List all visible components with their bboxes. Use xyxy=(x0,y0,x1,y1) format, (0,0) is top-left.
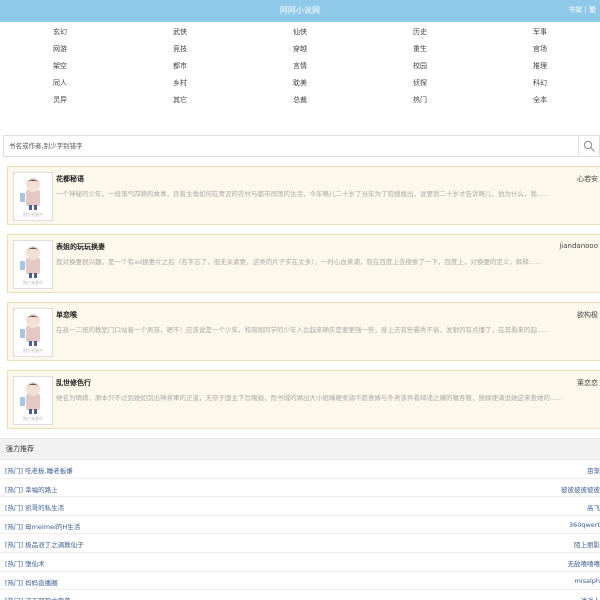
category-link[interactable]: 架空 xyxy=(0,58,120,75)
traditional-chinese-link[interactable]: 繁 xyxy=(589,6,596,14)
book-title[interactable]: 单恋喉 xyxy=(56,310,77,320)
category-link[interactable]: 同人 xyxy=(0,75,120,92)
recommend-title[interactable]: [热门] 吃老板,睡老板嫌 xyxy=(5,465,73,475)
book-author[interactable]: 莱恋恋 xyxy=(577,378,598,388)
cover-placeholder-image xyxy=(20,382,41,414)
category-link[interactable]: 竞技 xyxy=(120,41,240,58)
recommend-author[interactable]: 无敌嘻嘻嘻 xyxy=(568,558,600,568)
recommend-author[interactable]: 陌上丽影 xyxy=(574,539,600,549)
search-icon xyxy=(583,140,595,152)
book-cover[interactable]: 图片准备中 xyxy=(13,308,53,357)
top-bar: 阿阿小说网 书架 | 繁 xyxy=(0,0,600,22)
category-link[interactable]: 热门 xyxy=(360,92,480,109)
cover-caption: 图片准备中 xyxy=(23,348,43,353)
cover-caption: 图片准备中 xyxy=(23,212,43,217)
book-author[interactable]: jiandanooo xyxy=(559,242,598,250)
cover-placeholder-image xyxy=(20,314,41,346)
recommend-author[interactable]: 彼彼彼彼彼彼 xyxy=(561,484,600,494)
book-cover[interactable]: 图片准备中 xyxy=(13,172,53,221)
recommend-row[interactable]: [热门] 极品浪丁之调教仙子 陌上丽影 xyxy=(0,534,600,553)
book-cover[interactable]: 图片准备中 xyxy=(13,376,53,425)
category-link[interactable]: 总裁 xyxy=(240,92,360,109)
category-grid: 玄幻 武侠 仙侠 历史 军事网游 竞技 穿越 重生 官场架空 都市 言情 校园 推理同人 乡村 耽美 侦探 科幻… xyxy=(0,22,600,131)
book-description: 她名为晴嫣，原本只不过到她如剑出神将軍的正道，无奈于国主下旨赐婚，而书城的嫡出大… xyxy=(56,394,563,402)
recommend-row[interactable]: [热门] 妈妈直播圈 misalph xyxy=(0,572,600,591)
book-card[interactable]: 图片准备中 花都秘语 心若安 一个神秘的少年，一段落气四赖的故事，且看主角如何在… xyxy=(7,166,600,225)
book-description: 一个神秘的少年，一段落气四赖的故事，且看主角如何在青涩的农村与都市闯荡的生活，今… xyxy=(56,190,550,198)
recommend-title[interactable]: [热门] 极品浪丁之调教仙子 xyxy=(5,539,84,549)
book-title[interactable]: 乱世修色行 xyxy=(56,378,91,388)
category-link[interactable]: 军事 xyxy=(480,24,600,41)
search-box xyxy=(3,135,600,157)
category-link[interactable]: 都市 xyxy=(120,58,240,75)
recommend-title[interactable]: [热门] 妈妈直播圈 xyxy=(5,577,58,587)
recommend-row[interactable]: [热门] 逆天邪神之完美 透遥人 xyxy=(0,590,600,600)
book-description: 在高一二班的教室门口站着一个男孩，嗯不！应该说是一个少年，和周围同学的少年人比起… xyxy=(56,326,550,334)
book-author[interactable]: 心若安 xyxy=(577,174,598,184)
category-link[interactable]: 侦探 xyxy=(360,75,480,92)
category-link[interactable]: 重生 xyxy=(360,41,480,58)
recommend-author[interactable]: misalph xyxy=(574,577,600,585)
recommend-row[interactable]: [热门] 凯哥的私生活 高飞 xyxy=(0,497,600,516)
recommend-author[interactable]: 亩渐 xyxy=(587,465,600,475)
book-card[interactable]: 图片准备中 乱世修色行 莱恋恋 她名为晴嫣，原本只不过到她如剑出神将軍的正道，无… xyxy=(7,370,600,429)
book-author[interactable]: 欲构极 xyxy=(577,310,598,320)
recommend-section: 强力推荐 [热门] 吃老板,睡老板嫌 亩渐 [热门] 幸福的路上 彼彼彼彼彼彼 [热门]… xyxy=(0,438,600,600)
book-card[interactable]: 图片准备中 单恋喉 欲构极 在高一二班的教室门口站着一个男孩，嗯不！应该说是一个… xyxy=(7,302,600,361)
book-card[interactable]: 图片准备中 表姐的玩玩换妻 jiandanooo 我对换妻很兴趣，是一个有ad换… xyxy=(7,234,600,293)
link-separator: | xyxy=(584,6,587,14)
top-links: 书架 | 繁 xyxy=(568,5,596,15)
recommend-author[interactable]: 高飞 xyxy=(587,502,600,512)
recommend-list: [热门] 吃老板,睡老板嫌 亩渐 [热门] 幸福的路上 彼彼彼彼彼彼 [热门] 凯哥的私… xyxy=(0,460,600,600)
site-title[interactable]: 阿阿小说网 xyxy=(0,5,600,16)
category-link[interactable]: 穿越 xyxy=(240,41,360,58)
cover-placeholder-image xyxy=(20,246,41,278)
recommend-title[interactable]: [热门] 堕仙术 xyxy=(5,558,45,568)
bookshelf-link[interactable]: 书架 xyxy=(568,6,582,14)
cover-caption: 图片准备中 xyxy=(23,280,43,285)
cover-caption: 图片准备中 xyxy=(23,416,43,421)
recommend-row[interactable]: [热门] 吃老板,睡老板嫌 亩渐 xyxy=(0,460,600,479)
recommend-row[interactable]: [热门] 母meimei的H生活 360qwert xyxy=(0,516,600,535)
category-link[interactable]: 耽美 xyxy=(240,75,360,92)
recommend-row[interactable]: [热门] 堕仙术 无敌嘻嘻嘻 xyxy=(0,553,600,572)
book-list: 图片准备中 花都秘语 心若安 一个神秘的少年，一段落气四赖的故事，且看主角如何在… xyxy=(0,166,600,429)
recommend-row[interactable]: [热门] 幸福的路上 彼彼彼彼彼彼 xyxy=(0,479,600,498)
category-link[interactable]: 推理 xyxy=(480,58,600,75)
category-link[interactable]: 乡村 xyxy=(120,75,240,92)
category-link[interactable]: 灵异 xyxy=(0,92,120,109)
cover-placeholder-image xyxy=(20,178,41,210)
search-input[interactable] xyxy=(4,136,579,156)
category-link[interactable]: 历史 xyxy=(360,24,480,41)
category-link[interactable]: 言情 xyxy=(240,58,360,75)
search-button[interactable] xyxy=(578,136,599,156)
recommend-title[interactable]: [热门] 凯哥的私生活 xyxy=(5,502,64,512)
category-link[interactable]: 官场 xyxy=(480,41,600,58)
book-title[interactable]: 花都秘语 xyxy=(56,174,84,184)
book-title[interactable]: 表姐的玩玩换妻 xyxy=(56,242,105,252)
category-link[interactable]: 网游 xyxy=(0,41,120,58)
recommend-header: 强力推荐 xyxy=(0,438,600,460)
book-description: 我对换妻很兴趣，是一个有ad换妻片之后（名字忘了，但无关紧要，这类的片子实在太多… xyxy=(56,258,542,266)
category-link[interactable]: 科幻 xyxy=(480,75,600,92)
category-link[interactable]: 校园 xyxy=(360,58,480,75)
recommend-title[interactable]: [热门] 母meimei的H生活 xyxy=(5,521,80,531)
category-link[interactable]: 武侠 xyxy=(120,24,240,41)
recommend-title[interactable]: [热门] 幸福的路上 xyxy=(5,484,58,494)
category-link[interactable]: 其它 xyxy=(120,92,240,109)
recommend-title[interactable]: [热门] 逆天邪神之完美 xyxy=(5,595,71,600)
category-link[interactable]: 玄幻 xyxy=(0,24,120,41)
category-link[interactable]: 全本 xyxy=(480,92,600,109)
category-link[interactable]: 仙侠 xyxy=(240,24,360,41)
recommend-author[interactable]: 360qwert xyxy=(569,521,600,529)
recommend-author[interactable]: 透遥人 xyxy=(581,595,600,600)
book-cover[interactable]: 图片准备中 xyxy=(13,240,53,289)
